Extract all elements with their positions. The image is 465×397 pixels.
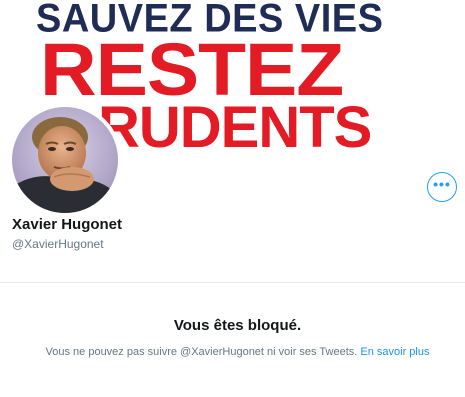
blocked-description: Vous ne pouvez pas suivre @XavierHugonet… xyxy=(0,346,465,358)
avatar-photo xyxy=(12,107,118,213)
avatar[interactable] xyxy=(8,103,122,217)
profile-handle: @XavierHugonet xyxy=(12,237,104,251)
more-horizontal-icon: ••• xyxy=(433,176,451,192)
banner-text-line3: RUDENTS xyxy=(98,95,372,160)
profile-page: SAUVEZ DES VIES RESTEZ RUDENTS ••• Xavie… xyxy=(0,0,465,397)
learn-more-link[interactable]: En savoir plus xyxy=(360,346,429,358)
blocked-title: Vous êtes bloqué. xyxy=(173,317,302,334)
more-options-button[interactable]: ••• xyxy=(427,172,457,202)
profile-display-name: Xavier Hugonet xyxy=(12,216,123,233)
divider xyxy=(0,282,465,283)
blocked-description-text: Vous ne pouvez pas suivre @XavierHugonet… xyxy=(45,346,358,358)
